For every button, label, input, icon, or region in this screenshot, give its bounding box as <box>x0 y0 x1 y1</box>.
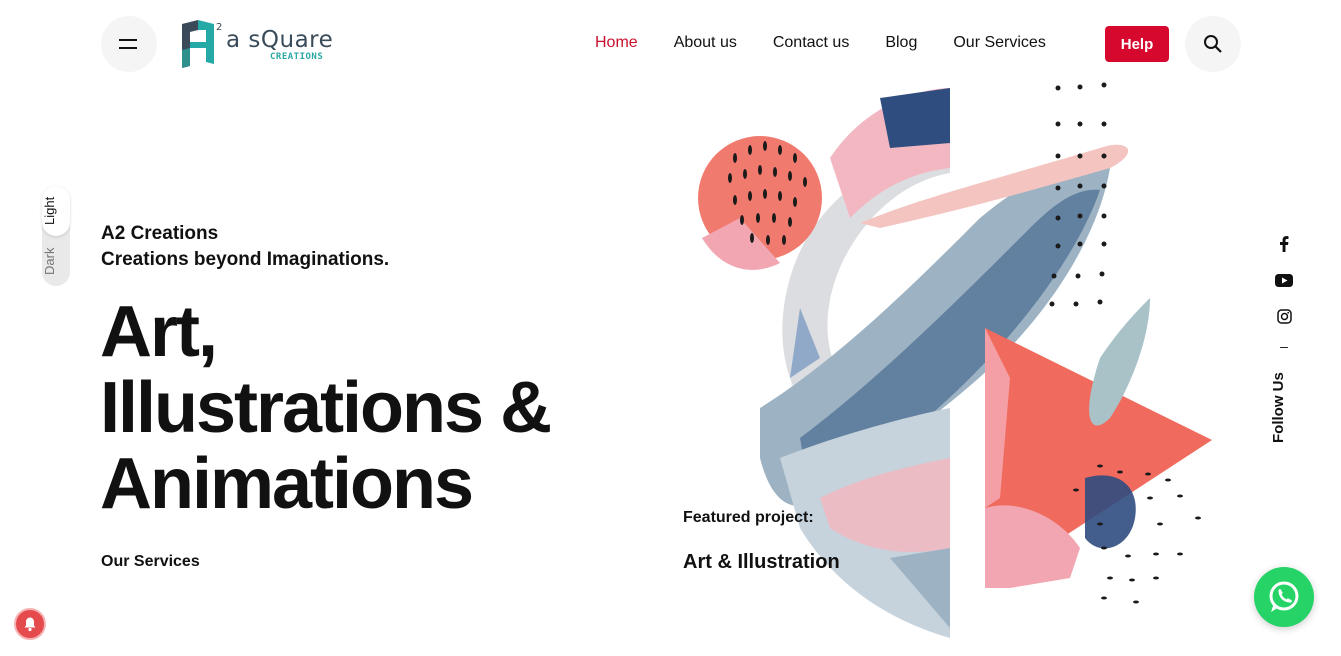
theme-light-label[interactable]: Light <box>42 190 70 232</box>
nav-home[interactable]: Home <box>595 33 638 53</box>
nav-blog[interactable]: Blog <box>885 33 917 53</box>
logo-mark-icon: 2 <box>182 20 222 68</box>
hamburger-icon <box>119 39 137 49</box>
hero-eyebrow: A2 Creations Creations beyond Imaginatio… <box>101 221 389 273</box>
facebook-icon[interactable] <box>1270 230 1298 258</box>
hero-headline-line-2: Illustrations & <box>100 368 552 448</box>
hero-headline: Art, Illustrations & Animations <box>100 292 552 524</box>
search-icon <box>1204 35 1222 53</box>
hero-headline-line-1: Art, <box>100 292 218 372</box>
social-divider: – <box>1280 338 1288 354</box>
social-links: – Follow Us <box>1270 230 1298 443</box>
hero-eyebrow-title: A2 Creations <box>101 223 219 244</box>
nav-our-services[interactable]: Our Services <box>953 33 1045 53</box>
notification-bell-button[interactable] <box>14 608 46 640</box>
logo-tagline: CREATIONS <box>270 52 324 62</box>
logo-brand-text: a sQuare <box>226 27 334 53</box>
featured-label: Featured project: <box>683 509 814 526</box>
svg-text:2: 2 <box>216 22 222 33</box>
nav-contact-us[interactable]: Contact us <box>773 33 849 53</box>
nav-about-us[interactable]: About us <box>674 33 737 53</box>
site-logo[interactable]: 2 a sQuare CREATIONS <box>180 18 340 70</box>
search-button[interactable] <box>1185 16 1241 72</box>
help-button[interactable]: Help <box>1105 26 1169 62</box>
hero-headline-line-3: Animations <box>100 444 474 524</box>
bell-icon <box>24 617 36 632</box>
whatsapp-chat-button[interactable] <box>1254 567 1314 627</box>
our-services-link[interactable]: Our Services <box>101 553 200 571</box>
theme-dark-label[interactable]: Dark <box>42 240 70 282</box>
menu-button[interactable] <box>101 16 157 72</box>
instagram-icon[interactable] <box>1270 302 1298 330</box>
main-nav: Home About us Contact us Blog Our Servic… <box>595 33 1082 53</box>
theme-toggle[interactable]: Light Dark <box>42 186 70 286</box>
youtube-icon[interactable] <box>1270 266 1298 294</box>
featured-project-title[interactable]: Art & Illustration <box>683 551 840 574</box>
whatsapp-icon <box>1269 581 1299 612</box>
hero-eyebrow-tagline: Creations beyond Imaginations. <box>101 249 390 270</box>
follow-us-label: Follow Us <box>1270 372 1287 444</box>
